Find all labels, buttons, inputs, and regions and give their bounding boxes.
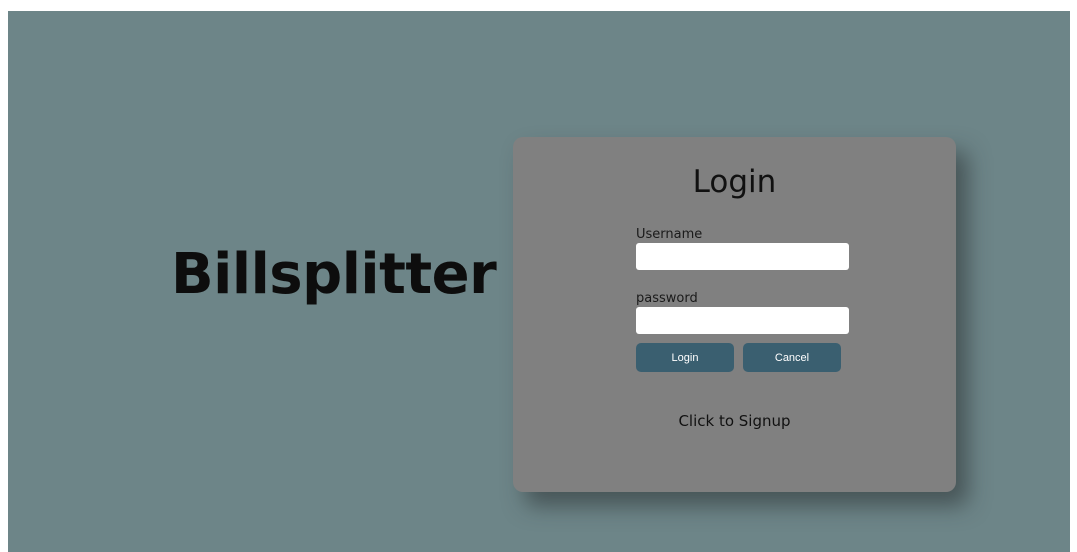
signup-link[interactable]: Click to Signup: [513, 414, 956, 429]
password-input[interactable]: [636, 307, 849, 334]
login-title: Login: [692, 164, 777, 200]
username-label: Username: [636, 227, 703, 242]
app-background: Billsplitter Login Username password Log…: [8, 11, 1070, 552]
cancel-button[interactable]: Cancel: [743, 343, 841, 372]
username-input[interactable]: [636, 243, 849, 270]
login-card: Login Username password Login Cancel Cli…: [513, 137, 956, 492]
login-button[interactable]: Login: [636, 343, 734, 372]
password-label: password: [636, 291, 698, 306]
brand-title: Billsplitter: [171, 242, 497, 307]
